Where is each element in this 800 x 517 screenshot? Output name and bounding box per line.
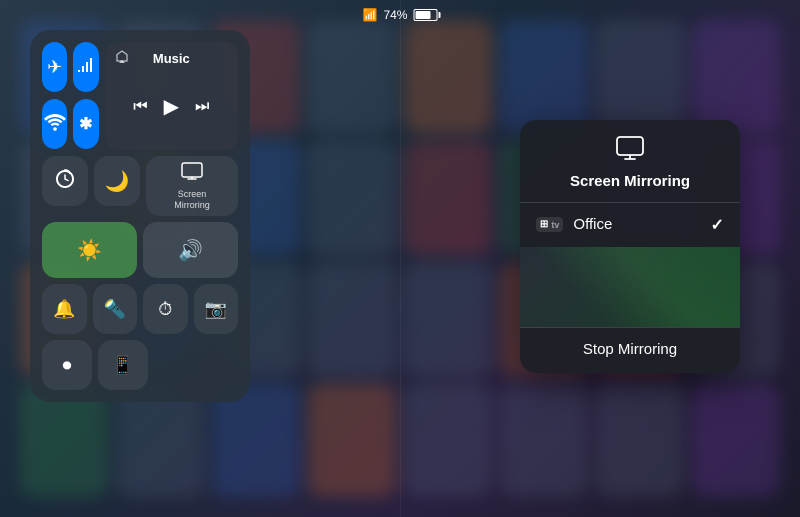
music-widget: Music ⏮ ▶ ⏭ [105, 42, 238, 150]
brightness-icon: ☀️ [77, 238, 102, 263]
mirroring-title: Screen Mirroring [570, 173, 690, 190]
screen-mirroring-icon [181, 162, 203, 185]
mirroring-header: Screen Mirroring [520, 120, 740, 202]
bluetooth-icon: ✱ [79, 114, 92, 134]
screen-record-button[interactable]: ⏺ [42, 340, 92, 390]
screen-mirroring-label: ScreenMirroring [174, 189, 210, 211]
wifi-icon: 📶 [363, 8, 378, 22]
screen-mirroring-button[interactable]: ScreenMirroring [146, 156, 238, 216]
bluetooth-button[interactable]: ✱ [73, 99, 98, 149]
panel-divider [400, 0, 401, 517]
wifi-button[interactable] [42, 99, 67, 149]
status-bar: 📶 74% [363, 8, 438, 22]
volume-icon: 🔊 [178, 238, 203, 263]
mirroring-device-row[interactable]: ⊞ tv Office ✓ [520, 203, 740, 247]
remote-icon: 📱 [112, 355, 134, 376]
music-prev-button[interactable]: ⏮ [133, 98, 147, 116]
cellular-data-button[interactable] [73, 42, 98, 92]
control-center-panel: ✈ [30, 30, 250, 402]
airplane-icon: ✈ [47, 57, 62, 78]
device-name: Office [573, 216, 700, 233]
stop-mirroring-button[interactable]: Stop Mirroring [520, 327, 740, 373]
flashlight-icon: 🔦 [104, 299, 126, 320]
camera-button[interactable]: 📷 [194, 284, 239, 334]
music-airplay-icon[interactable] [115, 50, 129, 67]
remote-button[interactable]: 📱 [98, 340, 148, 390]
brightness-button[interactable]: ☀️ [42, 222, 137, 278]
screen-mirroring-panel: Screen Mirroring ⊞ tv Office ✓ Stop Mirr… [520, 120, 740, 373]
timer-icon: ⏱ [158, 299, 172, 320]
flashlight-button[interactable]: 🔦 [93, 284, 138, 334]
mirroring-preview [520, 247, 740, 327]
cellular-icon [76, 56, 96, 79]
wifi-button-icon [44, 113, 66, 136]
bell-button[interactable]: 🔔 [42, 284, 87, 334]
appletv-badge: ⊞ tv [536, 217, 563, 232]
music-next-button[interactable]: ⏭ [195, 98, 209, 116]
stop-mirroring-label: Stop Mirroring [583, 341, 677, 358]
airplane-mode-button[interactable]: ✈ [42, 42, 67, 92]
music-play-button[interactable]: ▶ [164, 94, 179, 119]
battery-percentage: 74% [383, 8, 407, 22]
appletv-icon: ⊞ [540, 219, 548, 230]
do-not-disturb-button[interactable]: 🌙 [94, 156, 140, 206]
timer-button[interactable]: ⏱ [143, 284, 188, 334]
checkmark-icon: ✓ [711, 215, 724, 235]
moon-icon: 🌙 [105, 169, 130, 194]
rotation-lock-button[interactable] [42, 156, 88, 206]
mirroring-header-icon [616, 136, 644, 167]
volume-button[interactable]: 🔊 [143, 222, 238, 278]
camera-icon: 📷 [205, 299, 227, 320]
bell-icon: 🔔 [53, 299, 75, 320]
screen-record-icon: ⏺ [63, 355, 72, 376]
battery-icon [413, 9, 437, 21]
connectivity-block: ✈ [42, 42, 99, 150]
rotation-lock-icon [54, 168, 76, 195]
appletv-label: tv [551, 220, 559, 230]
music-title: Music [129, 51, 214, 66]
